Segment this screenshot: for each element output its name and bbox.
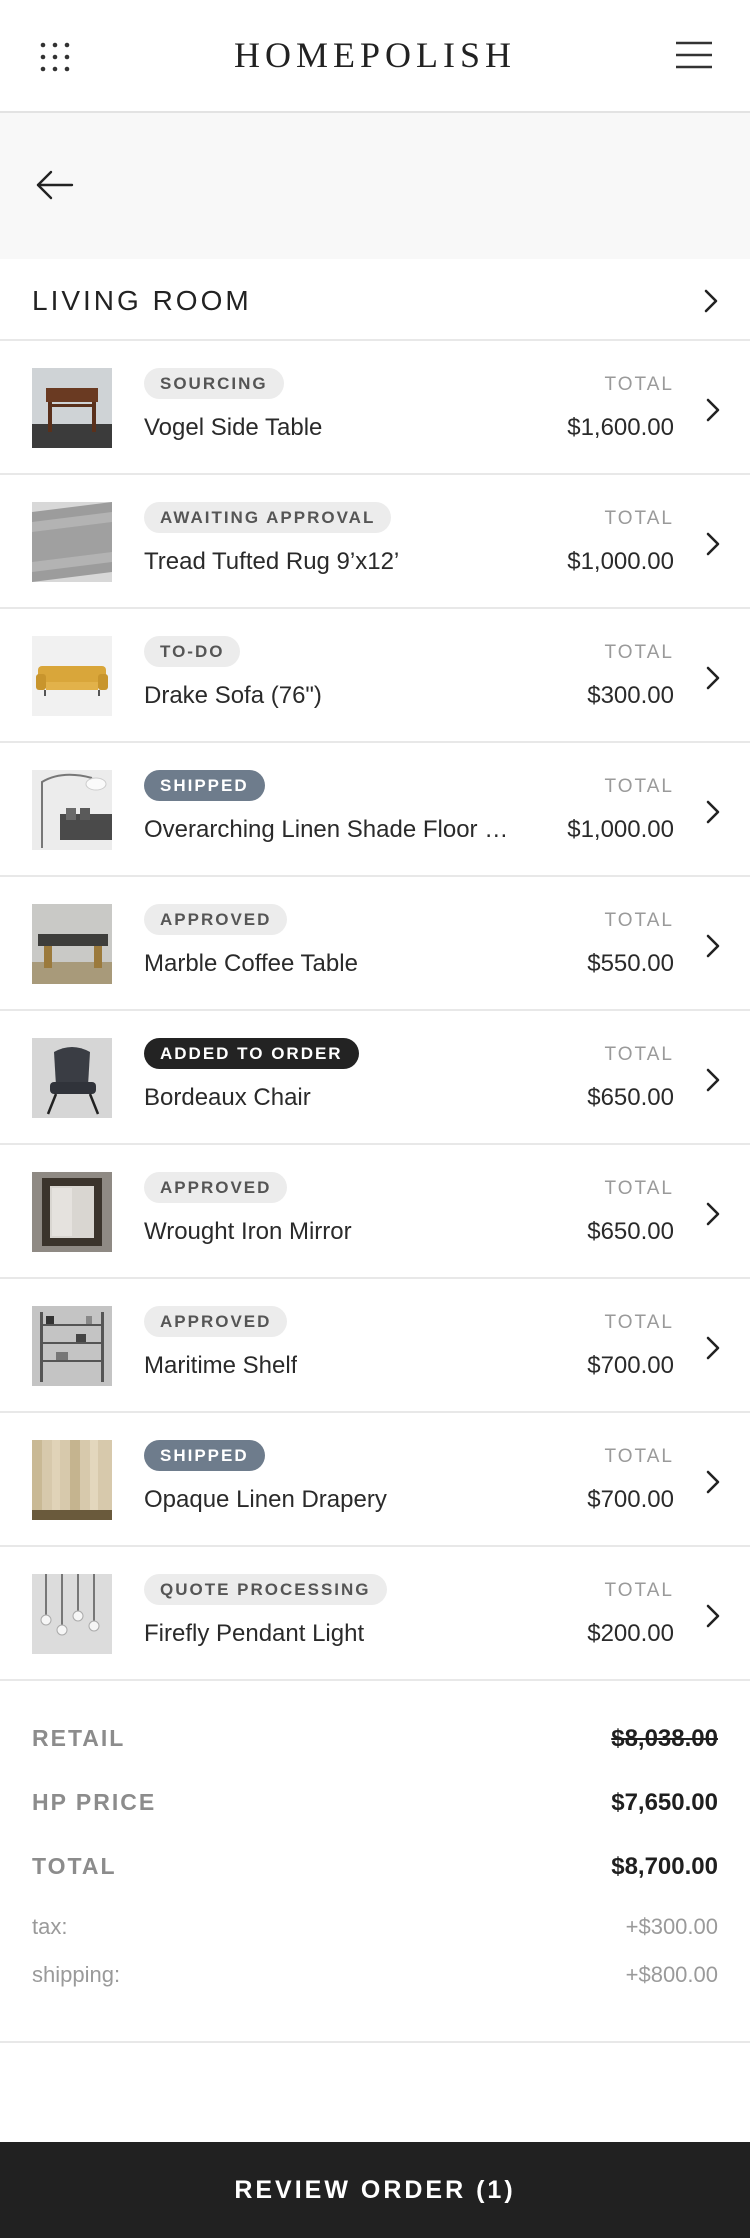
item-price: $200.00	[587, 1620, 674, 1647]
item-price: $650.00	[587, 1218, 674, 1245]
order-summary: RETAIL $8,038.00 HP PRICE $7,650.00 TOTA…	[0, 1681, 750, 2043]
review-order-button[interactable]: REVIEW ORDER (1)	[0, 2142, 750, 2238]
chevron-right-icon	[705, 799, 721, 825]
item-thumbnail	[32, 1574, 112, 1654]
list-item[interactable]: AWAITING APPROVAL Tread Tufted Rug 9’x12…	[0, 475, 750, 609]
status-badge: ADDED TO ORDER	[144, 1038, 359, 1069]
status-badge: APPROVED	[144, 1306, 288, 1337]
chevron-right-icon	[705, 1469, 721, 1495]
item-price: $650.00	[587, 1084, 674, 1111]
item-price: $1,600.00	[567, 414, 674, 441]
status-badge: TO-DO	[144, 636, 241, 667]
item-name: Tread Tufted Rug 9’x12’	[144, 548, 400, 575]
back-bar	[0, 113, 750, 259]
item-price: $700.00	[587, 1352, 674, 1379]
item-name: Opaque Linen Drapery	[144, 1486, 387, 1513]
total-label: TOTAL	[604, 508, 674, 529]
item-thumbnail	[32, 368, 112, 448]
item-price: $550.00	[587, 950, 674, 977]
item-thumbnail	[32, 904, 112, 984]
item-name: Vogel Side Table	[144, 414, 323, 441]
item-thumbnail	[32, 502, 112, 582]
item-thumbnail	[32, 1306, 112, 1386]
total-value: $8,700.00	[611, 1853, 718, 1880]
item-name: Drake Sofa (76")	[144, 682, 322, 709]
item-thumbnail	[32, 1172, 112, 1252]
total-label: TOTAL	[604, 642, 674, 663]
total-label: TOTAL	[604, 1044, 674, 1065]
top-bar: HOMEPOLISH	[0, 0, 750, 113]
status-badge: SHIPPED	[144, 1440, 265, 1471]
list-item[interactable]: SHIPPED Overarching Linen Shade Floor La…	[0, 743, 750, 877]
item-list: SOURCING Vogel Side Table TOTAL $1,600.0…	[0, 341, 750, 1681]
hp-price-value: $7,650.00	[611, 1789, 718, 1816]
list-item[interactable]: ADDED TO ORDER Bordeaux Chair TOTAL $650…	[0, 1011, 750, 1145]
total-label: TOTAL	[604, 1580, 674, 1601]
chevron-right-icon	[705, 1335, 721, 1361]
total-label: TOTAL	[604, 374, 674, 395]
list-item[interactable]: APPROVED Maritime Shelf TOTAL $700.00	[0, 1279, 750, 1413]
item-name: Bordeaux Chair	[144, 1084, 311, 1111]
chevron-right-icon	[705, 1603, 721, 1629]
tax-value: +$300.00	[625, 1914, 718, 1939]
item-thumbnail	[32, 1440, 112, 1520]
chevron-right-icon	[703, 288, 719, 314]
shipping-label: shipping:	[32, 1962, 121, 1987]
total-label: TOTAL	[604, 776, 674, 797]
item-name: Marble Coffee Table	[144, 950, 358, 977]
chevron-right-icon	[705, 1067, 721, 1093]
hamburger-menu-icon[interactable]	[675, 40, 713, 70]
chevron-right-icon	[705, 933, 721, 959]
item-price: $1,000.00	[567, 548, 674, 575]
item-price: $1,000.00	[567, 816, 674, 843]
list-item[interactable]: SHIPPED Opaque Linen Drapery TOTAL $700.…	[0, 1413, 750, 1547]
retail-label: RETAIL	[32, 1725, 126, 1751]
total-label: TOTAL	[604, 1312, 674, 1333]
item-name: Maritime Shelf	[144, 1352, 298, 1379]
status-badge: SOURCING	[144, 368, 284, 399]
item-name: Firefly Pendant Light	[144, 1620, 365, 1647]
list-item[interactable]: APPROVED Marble Coffee Table TOTAL $550.…	[0, 877, 750, 1011]
status-badge: AWAITING APPROVAL	[144, 502, 392, 533]
brand-logo[interactable]: HOMEPOLISH	[0, 34, 750, 76]
total-label: TOTAL	[604, 910, 674, 931]
shipping-value: +$800.00	[625, 1962, 718, 1987]
item-name: Overarching Linen Shade Floor Lamp	[144, 816, 516, 843]
item-price: $700.00	[587, 1486, 674, 1513]
chevron-right-icon	[705, 1201, 721, 1227]
room-title: LIVING ROOM	[32, 285, 252, 316]
tax-label: tax:	[32, 1914, 68, 1939]
list-item[interactable]: QUOTE PROCESSING Firefly Pendant Light T…	[0, 1547, 750, 1681]
status-badge: APPROVED	[144, 904, 288, 935]
item-thumbnail	[32, 1038, 112, 1118]
chevron-right-icon	[705, 665, 721, 691]
status-badge: SHIPPED	[144, 770, 265, 801]
list-item[interactable]: APPROVED Wrought Iron Mirror TOTAL $650.…	[0, 1145, 750, 1279]
status-badge: QUOTE PROCESSING	[144, 1574, 387, 1605]
item-name: Wrought Iron Mirror	[144, 1218, 352, 1245]
retail-value: $8,038.00	[611, 1725, 718, 1752]
item-thumbnail	[32, 770, 112, 850]
total-label: TOTAL	[32, 1853, 117, 1879]
list-item[interactable]: SOURCING Vogel Side Table TOTAL $1,600.0…	[0, 341, 750, 475]
item-thumbnail	[32, 636, 112, 716]
total-label: TOTAL	[604, 1446, 674, 1467]
total-label: TOTAL	[604, 1178, 674, 1199]
arrow-left-icon[interactable]	[35, 169, 75, 201]
chevron-right-icon	[705, 531, 721, 557]
hp-price-label: HP PRICE	[32, 1789, 157, 1815]
list-item[interactable]: TO-DO Drake Sofa (76") TOTAL $300.00	[0, 609, 750, 743]
status-badge: APPROVED	[144, 1172, 288, 1203]
item-price: $300.00	[587, 682, 674, 709]
room-header[interactable]: LIVING ROOM	[0, 259, 750, 341]
chevron-right-icon	[705, 397, 721, 423]
